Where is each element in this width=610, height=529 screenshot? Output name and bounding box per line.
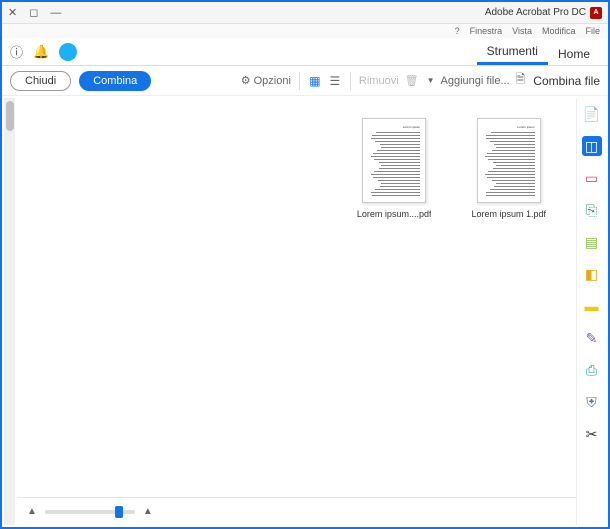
create-pdf-icon[interactable]: 📄 bbox=[582, 104, 602, 124]
thumbnails-area: Lorem ipsumLorem ipsum 1.pdfLorem ipsumL… bbox=[17, 98, 576, 495]
menu-view[interactable]: Vista bbox=[512, 26, 532, 36]
options-button[interactable]: ⚙ Opzioni bbox=[241, 74, 291, 87]
info-icon[interactable]: ⓘ bbox=[10, 42, 23, 61]
sign-icon[interactable]: ✎ bbox=[582, 328, 602, 348]
zoom-handle[interactable] bbox=[115, 506, 123, 518]
combine-icon[interactable]: ◫ bbox=[582, 136, 602, 156]
canvas: Lorem ipsumLorem ipsum 1.pdfLorem ipsumL… bbox=[4, 98, 576, 525]
app-icon: A bbox=[590, 7, 602, 19]
minimize-window-icon[interactable]: — bbox=[50, 7, 61, 19]
side-tool-rail: 📄 ◫ ▭ ⎘ ▤ ◧ ▬ ✎ ⎙ ⛨ ✂ bbox=[576, 98, 606, 525]
menubar: File Modifica Vista Finestra ? bbox=[2, 24, 608, 38]
export-icon[interactable]: ⎘ bbox=[582, 200, 602, 220]
zoom-out-icon[interactable]: ▲ bbox=[27, 506, 37, 517]
zoom-slider[interactable] bbox=[45, 510, 135, 514]
remove-label: Rimuovi bbox=[359, 75, 399, 87]
separator bbox=[299, 72, 300, 90]
file-label: Lorem ipsum....pdf bbox=[357, 209, 432, 219]
zoom-bar: ▲ ▲ bbox=[17, 497, 576, 525]
breadcrumb: Combina file bbox=[533, 74, 600, 88]
close-button[interactable]: Chiudi bbox=[10, 71, 71, 91]
tab-tools[interactable]: Strumenti bbox=[477, 40, 548, 65]
combine-button[interactable]: Combina bbox=[79, 71, 151, 91]
gear-icon: ⚙ bbox=[241, 74, 251, 87]
protect-icon[interactable]: ⛨ bbox=[582, 392, 602, 412]
page-preview: Lorem ipsum bbox=[362, 118, 426, 203]
options-label: Opzioni bbox=[254, 75, 291, 87]
cut-icon[interactable]: ✂ bbox=[582, 424, 602, 444]
maximize-window-icon[interactable]: ◻ bbox=[29, 6, 38, 19]
organize-icon[interactable]: ▭ bbox=[582, 168, 602, 188]
menu-help[interactable]: ? bbox=[455, 26, 460, 36]
list-view-icon[interactable]: ☰ bbox=[328, 74, 342, 88]
menu-window[interactable]: Finestra bbox=[470, 26, 503, 36]
file-label: Lorem ipsum 1.pdf bbox=[471, 209, 546, 219]
print-icon[interactable]: ⎙ bbox=[582, 360, 602, 380]
page-preview: Lorem ipsum bbox=[477, 118, 541, 203]
menu-file[interactable]: File bbox=[585, 26, 600, 36]
tabbar: Home Strumenti ⓘ 🔔 bbox=[2, 38, 608, 66]
file-thumbnail[interactable]: Lorem ipsum Lorem ipsum 1.pdf bbox=[471, 118, 546, 475]
titlebar: A Adobe Acrobat Pro DC ✕ ◻ — bbox=[2, 2, 608, 24]
close-window-icon[interactable]: ✕ bbox=[8, 6, 17, 19]
app-title: Adobe Acrobat Pro DC bbox=[485, 7, 586, 18]
add-file-label: Aggiungi file... bbox=[441, 75, 510, 87]
remove-button[interactable]: 🗑 Rimuovi bbox=[359, 74, 419, 87]
account-avatar[interactable] bbox=[59, 43, 77, 61]
chat-icon[interactable]: ▬ bbox=[582, 296, 602, 316]
add-file-icon: 🗎 bbox=[516, 70, 526, 91]
separator bbox=[350, 72, 351, 90]
workspace: 📄 ◫ ▭ ⎘ ▤ ◧ ▬ ✎ ⎙ ⛨ ✂ Lorem ipsum Lorem ipsum 1.pdf… bbox=[4, 98, 606, 525]
scrollbar-thumb[interactable] bbox=[6, 101, 14, 131]
toolbar: Combina file 🗎 Aggiungi file... ▼ 🗑 Rimu… bbox=[2, 66, 608, 96]
edit-icon[interactable]: ▤ bbox=[582, 232, 602, 252]
chevron-down-icon: ▼ bbox=[427, 76, 435, 85]
zoom-in-icon[interactable]: ▲ bbox=[143, 506, 153, 517]
grid-view-icon[interactable]: ▦ bbox=[308, 74, 322, 88]
comment-icon[interactable]: ◧ bbox=[582, 264, 602, 284]
add-file-button[interactable]: 🗎 Aggiungi file... ▼ bbox=[427, 70, 526, 91]
file-thumbnail[interactable]: Lorem ipsum Lorem ipsum....pdf bbox=[357, 118, 432, 475]
tab-home[interactable]: Home bbox=[548, 43, 600, 65]
menu-edit[interactable]: Modifica bbox=[542, 26, 576, 36]
trash-icon: 🗑 bbox=[405, 74, 419, 87]
vertical-scrollbar[interactable] bbox=[5, 98, 15, 525]
notifications-icon[interactable]: 🔔 bbox=[33, 44, 49, 60]
